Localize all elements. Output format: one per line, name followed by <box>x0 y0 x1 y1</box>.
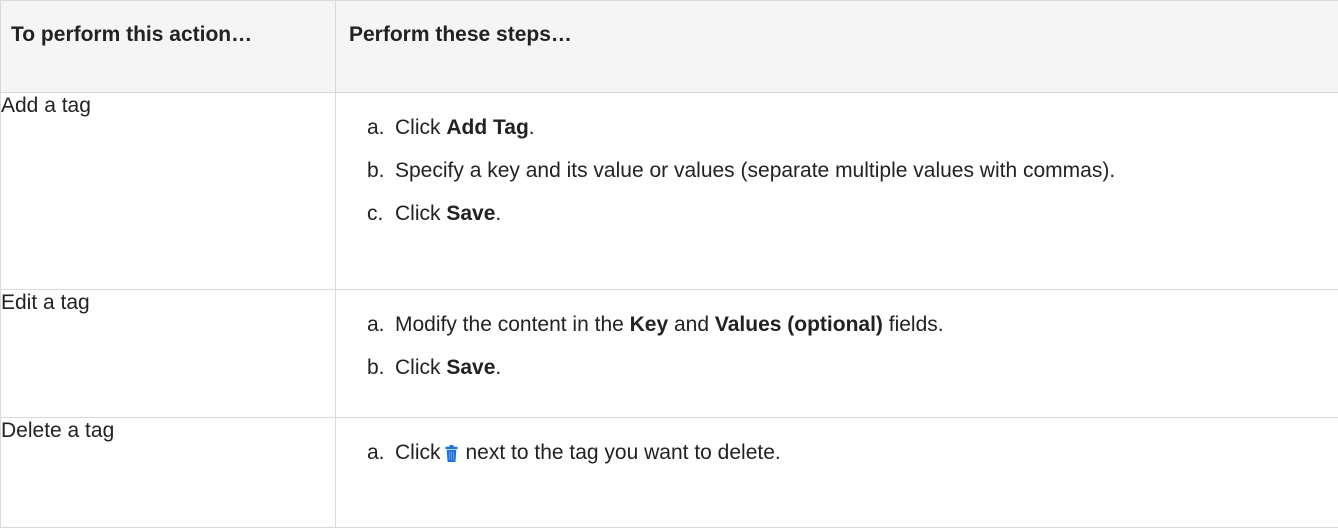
step-text: Click Add Tag. <box>395 113 1328 142</box>
step-letter: a. <box>367 113 395 142</box>
steps-list: a. Click Add Tag. b. Specify a key and i… <box>336 93 1338 228</box>
step-text-post: . <box>495 356 501 379</box>
steps-list: a. Modify the content in the Key and Val… <box>336 290 1338 382</box>
ui-term-save: Save <box>446 202 495 225</box>
actions-table: To perform this action… Perform these st… <box>0 0 1338 528</box>
action-cell: Add a tag <box>1 93 336 290</box>
step-text-pre: Click <box>395 356 446 379</box>
step-text: Click Save. <box>395 199 1328 228</box>
step-item: c. Click Save. <box>367 199 1328 228</box>
step-text-pre: Click <box>395 202 446 225</box>
step-text: Click Save. <box>395 353 1328 382</box>
step-text: Specify a key and its value or values (s… <box>395 156 1328 185</box>
step-text-pre: Modify the content in the <box>395 313 630 336</box>
ui-term-key: Key <box>630 313 669 336</box>
step-item: b. Specify a key and its value or values… <box>367 156 1328 185</box>
ui-term-values-optional: Values (optional) <box>715 313 883 336</box>
header-action: To perform this action… <box>1 1 336 93</box>
step-item: b. Click Save. <box>367 353 1328 382</box>
ui-term-save: Save <box>446 356 495 379</box>
step-item: a. Click Add Tag. <box>367 113 1328 142</box>
action-cell: Edit a tag <box>1 290 336 418</box>
table-row: Edit a tag a. Modify the content in the … <box>1 290 1338 418</box>
step-text-pre: Click <box>395 441 441 464</box>
table-row: Delete a tag a. Click next to the tag you… <box>1 418 1338 528</box>
trash-icon <box>445 441 458 470</box>
step-text-post: . <box>529 116 535 139</box>
step-text: Click next to the tag you want to delete. <box>395 438 1328 470</box>
steps-list: a. Click next to the tag you want to dele… <box>336 418 1338 470</box>
action-cell: Delete a tag <box>1 418 336 528</box>
step-text-post: . <box>495 202 501 225</box>
steps-cell: a. Modify the content in the Key and Val… <box>336 290 1338 418</box>
step-letter: c. <box>367 199 395 228</box>
step-text-post: next to the tag you want to delete. <box>466 441 781 464</box>
step-text-pre: Click <box>395 116 446 139</box>
step-text-mid: and <box>668 313 715 336</box>
table-row: Add a tag a. Click Add Tag. b. Specify a… <box>1 93 1338 290</box>
step-text: Modify the content in the Key and Values… <box>395 310 1328 339</box>
steps-cell: a. Click Add Tag. b. Specify a key and i… <box>336 93 1338 290</box>
step-item: a. Modify the content in the Key and Val… <box>367 310 1328 339</box>
header-steps: Perform these steps… <box>336 1 1338 93</box>
step-letter: a. <box>367 438 395 470</box>
step-letter: b. <box>367 353 395 382</box>
step-text-post: fields. <box>883 313 944 336</box>
steps-cell: a. Click next to the tag you want to dele… <box>336 418 1338 528</box>
step-letter: b. <box>367 156 395 185</box>
step-letter: a. <box>367 310 395 339</box>
step-item: a. Click next to the tag you want to dele… <box>367 438 1328 470</box>
header-row: To perform this action… Perform these st… <box>1 1 1338 93</box>
ui-term-add-tag: Add Tag <box>446 116 528 139</box>
